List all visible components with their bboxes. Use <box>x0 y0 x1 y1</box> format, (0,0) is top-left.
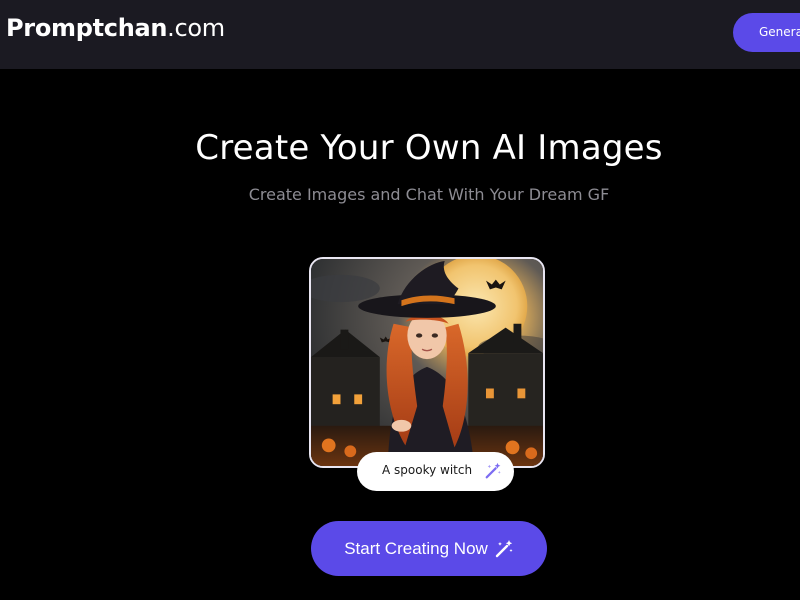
logo-brand: Promptchan <box>6 14 168 42</box>
witch-preview-image <box>311 259 543 466</box>
generate-button[interactable]: Generate <box>733 13 800 52</box>
logo-tld: .com <box>167 14 225 42</box>
hero-title: Create Your Own AI Images <box>195 128 663 168</box>
magic-wand-icon <box>495 539 513 557</box>
prompt-text: A spooky witch <box>382 463 473 477</box>
prompt-pill[interactable]: A spooky witch <box>357 452 514 491</box>
magic-wand-icon <box>485 462 501 479</box>
hero-subtitle: Create Images and Chat With Your Dream G… <box>248 185 610 204</box>
start-creating-label: Start Creating Now <box>344 538 488 558</box>
preview-image-card <box>309 257 545 468</box>
start-creating-button[interactable]: Start Creating Now <box>311 521 547 576</box>
top-navbar: Promptchan.com Generate <box>0 0 800 69</box>
site-logo[interactable]: Promptchan.com <box>6 14 225 42</box>
